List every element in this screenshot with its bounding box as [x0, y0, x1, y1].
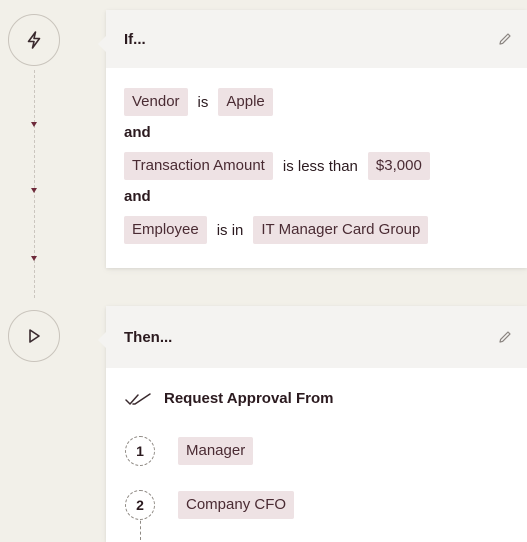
conditions-list: Vendor is Apple and Transaction Amount i…	[106, 68, 527, 244]
condition-value[interactable]: IT Manager Card Group	[253, 216, 429, 244]
lightning-icon	[27, 31, 41, 49]
approver-step-number: 2	[125, 490, 155, 520]
condition-row: Vendor is Apple	[124, 88, 527, 116]
action-card-header: Then...	[106, 306, 527, 368]
play-icon	[29, 329, 40, 343]
approval-heading: Request Approval From	[124, 390, 333, 407]
approver-row: 2 Company CFO	[125, 490, 295, 520]
approval-action-label: Request Approval From	[164, 390, 334, 407]
trigger-card-title: If...	[124, 30, 146, 48]
condition-value[interactable]: Apple	[218, 88, 273, 116]
pencil-icon	[499, 33, 511, 45]
condition-operator: is in	[216, 221, 244, 239]
approver-chip[interactable]: Company CFO	[178, 491, 295, 519]
double-check-icon	[125, 392, 151, 405]
trigger-node	[8, 14, 60, 66]
condition-field[interactable]: Vendor	[124, 88, 188, 116]
edit-trigger-button[interactable]	[495, 29, 515, 49]
approver-row: 1 Manager	[125, 436, 254, 466]
approver-chip[interactable]: Manager	[178, 437, 254, 465]
trigger-card: If... Vendor is Apple and Transaction Am…	[98, 10, 527, 268]
condition-field[interactable]: Transaction Amount	[124, 152, 273, 180]
action-card: Then... Request Approval From 1 Manager …	[98, 306, 527, 542]
trigger-card-header: If...	[106, 10, 527, 68]
condition-row: Transaction Amount is less than $3,000	[124, 152, 527, 180]
flow-arrow	[31, 122, 37, 127]
edit-action-button[interactable]	[495, 327, 515, 347]
connector-row: and	[124, 118, 527, 146]
approval-section: Request Approval From 1 Manager 2 Compan…	[106, 368, 527, 542]
and-connector: and	[124, 123, 151, 141]
connector-row: and	[124, 182, 527, 210]
condition-operator: is	[197, 93, 209, 111]
approver-step-number: 1	[125, 436, 155, 466]
action-card-title: Then...	[124, 328, 173, 346]
condition-value[interactable]: $3,000	[367, 152, 430, 180]
pencil-icon	[499, 331, 511, 343]
condition-field[interactable]: Employee	[124, 216, 207, 244]
condition-row: Employee is in IT Manager Card Group	[124, 216, 527, 244]
action-node	[8, 310, 60, 362]
and-connector: and	[124, 187, 151, 205]
connector-line	[34, 70, 35, 298]
flow-arrow	[31, 256, 37, 261]
flow-arrow	[31, 188, 37, 193]
condition-operator: is less than	[282, 157, 358, 175]
